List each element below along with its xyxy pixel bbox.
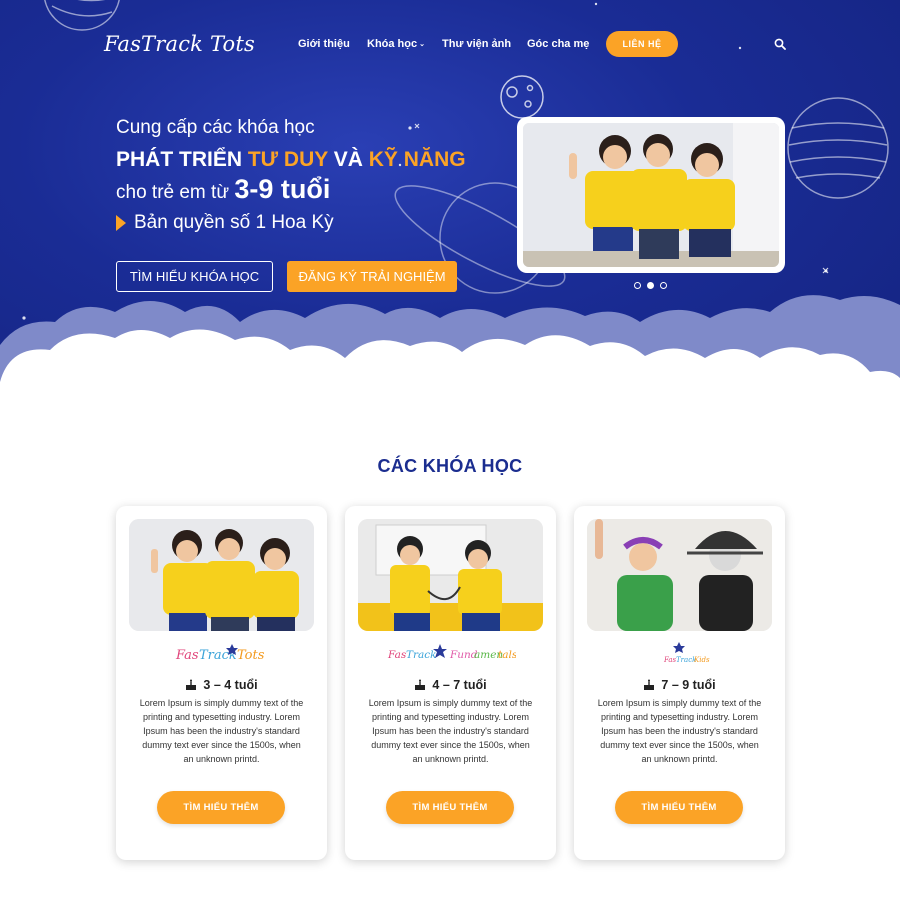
register-trial-button[interactable]: ĐĂNG KÝ TRẢI NGHIỆM <box>287 261 457 292</box>
cake-icon <box>415 679 426 690</box>
nav-item-khoa-hoc[interactable]: Khóa học ⌄ <box>367 38 425 50</box>
course-age: 7 – 9 tuổi <box>574 678 785 692</box>
course-age: 3 – 4 tuổi <box>116 678 327 692</box>
slider-dots <box>634 282 667 289</box>
slider-dot-active[interactable] <box>647 282 654 289</box>
course-card: Fas Track Fund amen tals 4 – 7 tuổi Lore… <box>345 506 556 860</box>
explore-courses-button[interactable]: TÌM HIỂU KHÓA HỌC <box>116 261 273 292</box>
course-photo-illustration <box>129 519 314 631</box>
hero-headline: PHÁT TRIỂN TƯ DUY VÀ KỸ NĂNG <box>116 148 466 172</box>
cake-icon <box>186 679 197 690</box>
headline-part: PHÁT TRIỂN <box>116 148 248 171</box>
slider-dot[interactable] <box>634 282 641 289</box>
nav-item-goc-cha-me[interactable]: Góc cha mẹ <box>527 38 589 50</box>
age-prefix: cho trẻ em từ <box>116 182 235 203</box>
kids-photo-illustration <box>523 123 779 267</box>
svg-text:Kids: Kids <box>693 656 710 664</box>
course-description: Lorem Ipsum is simply dummy text of the … <box>139 698 304 764</box>
nav-item-thu-vien-anh[interactable]: Thư viện ảnh <box>442 38 511 50</box>
course-photo[interactable] <box>358 519 543 631</box>
age-text: 7 – 9 tuổi <box>661 678 716 692</box>
fastrack-fundamentals-logo: Fas Track Fund amen tals <box>387 644 517 661</box>
course-photo[interactable] <box>129 519 314 631</box>
learn-more-button[interactable]: TÌM HIỂU THÊM <box>386 791 514 824</box>
hero-copyright-line: Bản quyền số 1 Hoa Kỳ <box>116 212 334 234</box>
courses-title: CÁC KHÓA HỌC <box>377 456 523 476</box>
course-logo: Fas Track Kids <box>574 638 785 668</box>
svg-text:Fas: Fas <box>663 656 677 664</box>
svg-text:Tots: Tots <box>237 648 265 663</box>
fastrack-kids-logo: Fas Track Kids <box>663 642 710 664</box>
course-description: Lorem Ipsum is simply dummy text of the … <box>597 698 762 764</box>
search-icon[interactable] <box>774 38 786 50</box>
hero-section: FasTrack Tots Giới thiệu Khóa học ⌄ Thư v… <box>0 0 900 420</box>
course-logo: Fas Track Tots <box>116 638 327 668</box>
svg-text:Fas: Fas <box>387 649 407 661</box>
course-card: Fas Track Kids 7 – 9 tuổi Lorem Ipsum is… <box>574 506 785 860</box>
slider-dot[interactable] <box>660 282 667 289</box>
course-photo-illustration <box>358 519 543 631</box>
svg-text:Track: Track <box>406 649 437 661</box>
headline-highlight: TƯ DUY <box>247 148 328 171</box>
nav-label: Khóa học <box>367 38 418 50</box>
age-text: 4 – 7 tuổi <box>432 678 487 692</box>
age-range: 3-9 tuổi <box>234 174 331 204</box>
hero-subtitle: Cung cấp các khóa học <box>116 117 315 138</box>
course-photo-illustration <box>587 519 772 631</box>
logo[interactable]: FasTrack Tots <box>104 26 255 66</box>
fastrack-tots-logo: Fas Track Tots <box>175 644 265 663</box>
age-text: 3 – 4 tuổi <box>203 678 258 692</box>
hero-age-line: cho trẻ em từ 3-9 tuổi <box>116 174 330 205</box>
play-triangle-icon <box>116 215 126 231</box>
course-card: Fas Track Tots 3 – 4 tuổi Lorem Ipsum is… <box>116 506 327 860</box>
course-logo: Fas Track Fund amen tals <box>345 638 556 668</box>
course-description: Lorem Ipsum is simply dummy text of the … <box>368 698 533 764</box>
page: FasTrack Tots Giới thiệu Khóa học ⌄ Thư v… <box>0 0 900 900</box>
learn-more-button[interactable]: TÌM HIỂU THÊM <box>157 791 285 824</box>
svg-text:Fas: Fas <box>175 648 199 663</box>
course-age: 4 – 7 tuổi <box>345 678 556 692</box>
nav-item-gioi-thieu[interactable]: Giới thiệu <box>298 38 350 50</box>
svg-text:tals: tals <box>498 649 516 661</box>
contact-button[interactable]: LIÊN HỆ <box>606 31 678 57</box>
cake-icon <box>644 679 655 690</box>
course-photo[interactable] <box>587 519 772 631</box>
headline-part: VÀ <box>327 148 369 171</box>
hero-slider-image[interactable] <box>517 117 785 273</box>
copyright-text: Bản quyền số 1 Hoa Kỳ <box>134 212 334 233</box>
headline-highlight: KỸ NĂNG <box>368 148 466 171</box>
learn-more-button[interactable]: TÌM HIỂU THÊM <box>615 791 743 824</box>
hero-photo <box>523 123 779 267</box>
chevron-down-icon: ⌄ <box>419 41 425 48</box>
logo-text: FasTrack Tots <box>104 32 256 56</box>
